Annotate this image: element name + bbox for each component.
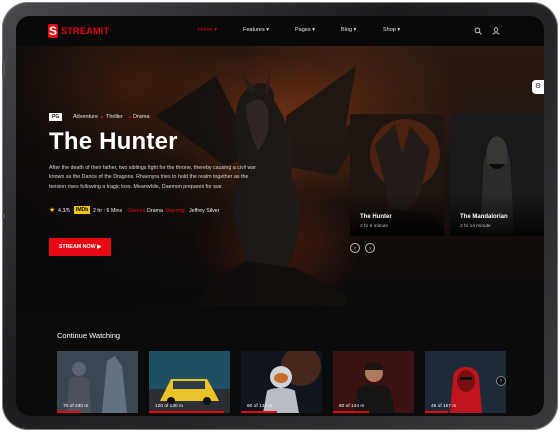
featured-card[interactable]: The Hunter 2 hr 6 minute [350,114,444,236]
chevron-right-icon[interactable]: › [365,243,375,253]
screen: PG Adventure Thriller Drama The Hunter A… [16,16,544,416]
genre-tag[interactable]: Adventure [73,114,98,120]
progress-label: 70 of 230 m [63,404,89,409]
stream-now-button[interactable]: STREAM NOW ▶ [49,238,111,256]
continue-watching-item[interactable]: 45 of 157 m [425,351,506,413]
continue-watching-item[interactable]: 60 of 134 m [241,351,322,413]
card-title: The Mandalorian [460,214,508,220]
genre-separator-dot [129,116,131,118]
continue-watching-item[interactable]: 60 of 134 m [333,351,414,413]
brand-logo[interactable]: S STREAMIT [48,24,109,38]
progress-bar [57,411,82,413]
starring-value[interactable]: Jeffrey Silver [189,208,220,214]
progress-bar [149,411,224,413]
nav-item-blog[interactable]: Blog ▾ [341,27,356,33]
progress-label: 60 of 134 m [339,404,365,409]
chevron-left-icon[interactable]: ‹ [350,243,360,253]
imdb-badge: IMDb [74,206,91,214]
progress-bar [241,411,278,413]
age-rating-badge: PG [49,113,63,121]
hero-title: The Hunter [49,128,178,155]
genres-value: Drama [147,208,163,214]
card-title: The Hunter [360,214,392,220]
top-navbar: S STREAMIT Home ▾ Features ▾ Pages ▾ Blo… [16,16,544,46]
star-icon: ★ [49,207,56,214]
featured-card[interactable]: The Mandalorian 2 hr 14 minute [450,114,544,236]
progress-bar [425,411,449,413]
hero-banner: PG Adventure Thriller Drama The Hunter A… [16,46,544,311]
genre-tag[interactable]: Thriller [106,114,123,120]
continue-watching-heading: Continue Watching [57,331,121,340]
nav-item-features[interactable]: Features ▾ [243,27,269,33]
rating-score: 4.3/5 [58,208,70,214]
search-icon[interactable] [474,27,482,35]
continue-watching-item[interactable]: 120 of 130 m [149,351,230,413]
nav-item-pages[interactable]: Pages ▾ [295,27,315,33]
nav-item-shop[interactable]: Shop ▾ [383,27,400,33]
tablet-frame: PG Adventure Thriller Drama The Hunter A… [2,2,558,430]
genre-tag[interactable]: Drama [133,114,150,120]
logo-mark-icon: S [48,24,58,38]
chevron-right-icon[interactable]: › [496,376,506,386]
card-duration: 2 hr 6 minute [360,224,388,229]
progress-label: 120 of 130 m [155,404,184,409]
nav-item-home[interactable]: Home ▾ [198,27,217,33]
continue-watching-item[interactable]: 70 of 230 m [57,351,138,413]
progress-label: 45 of 157 m [431,404,457,409]
card-duration: 2 hr 14 minute [460,224,491,229]
tablet-side-button [2,214,5,218]
genre-separator-dot [101,116,103,118]
tablet-side-button [2,62,5,76]
progress-bar [333,411,370,413]
hero-description: After the death of their father, two sib… [49,165,256,190]
duration: 2 hr : 6 Mins [93,208,123,214]
genres-label: Genres: [128,208,147,214]
user-icon[interactable] [492,27,500,35]
starring-label: Starring: [166,208,187,214]
gear-icon[interactable]: ⚙ [532,80,544,94]
brand-name: STREAMIT [61,26,110,36]
progress-label: 60 of 134 m [247,404,273,409]
